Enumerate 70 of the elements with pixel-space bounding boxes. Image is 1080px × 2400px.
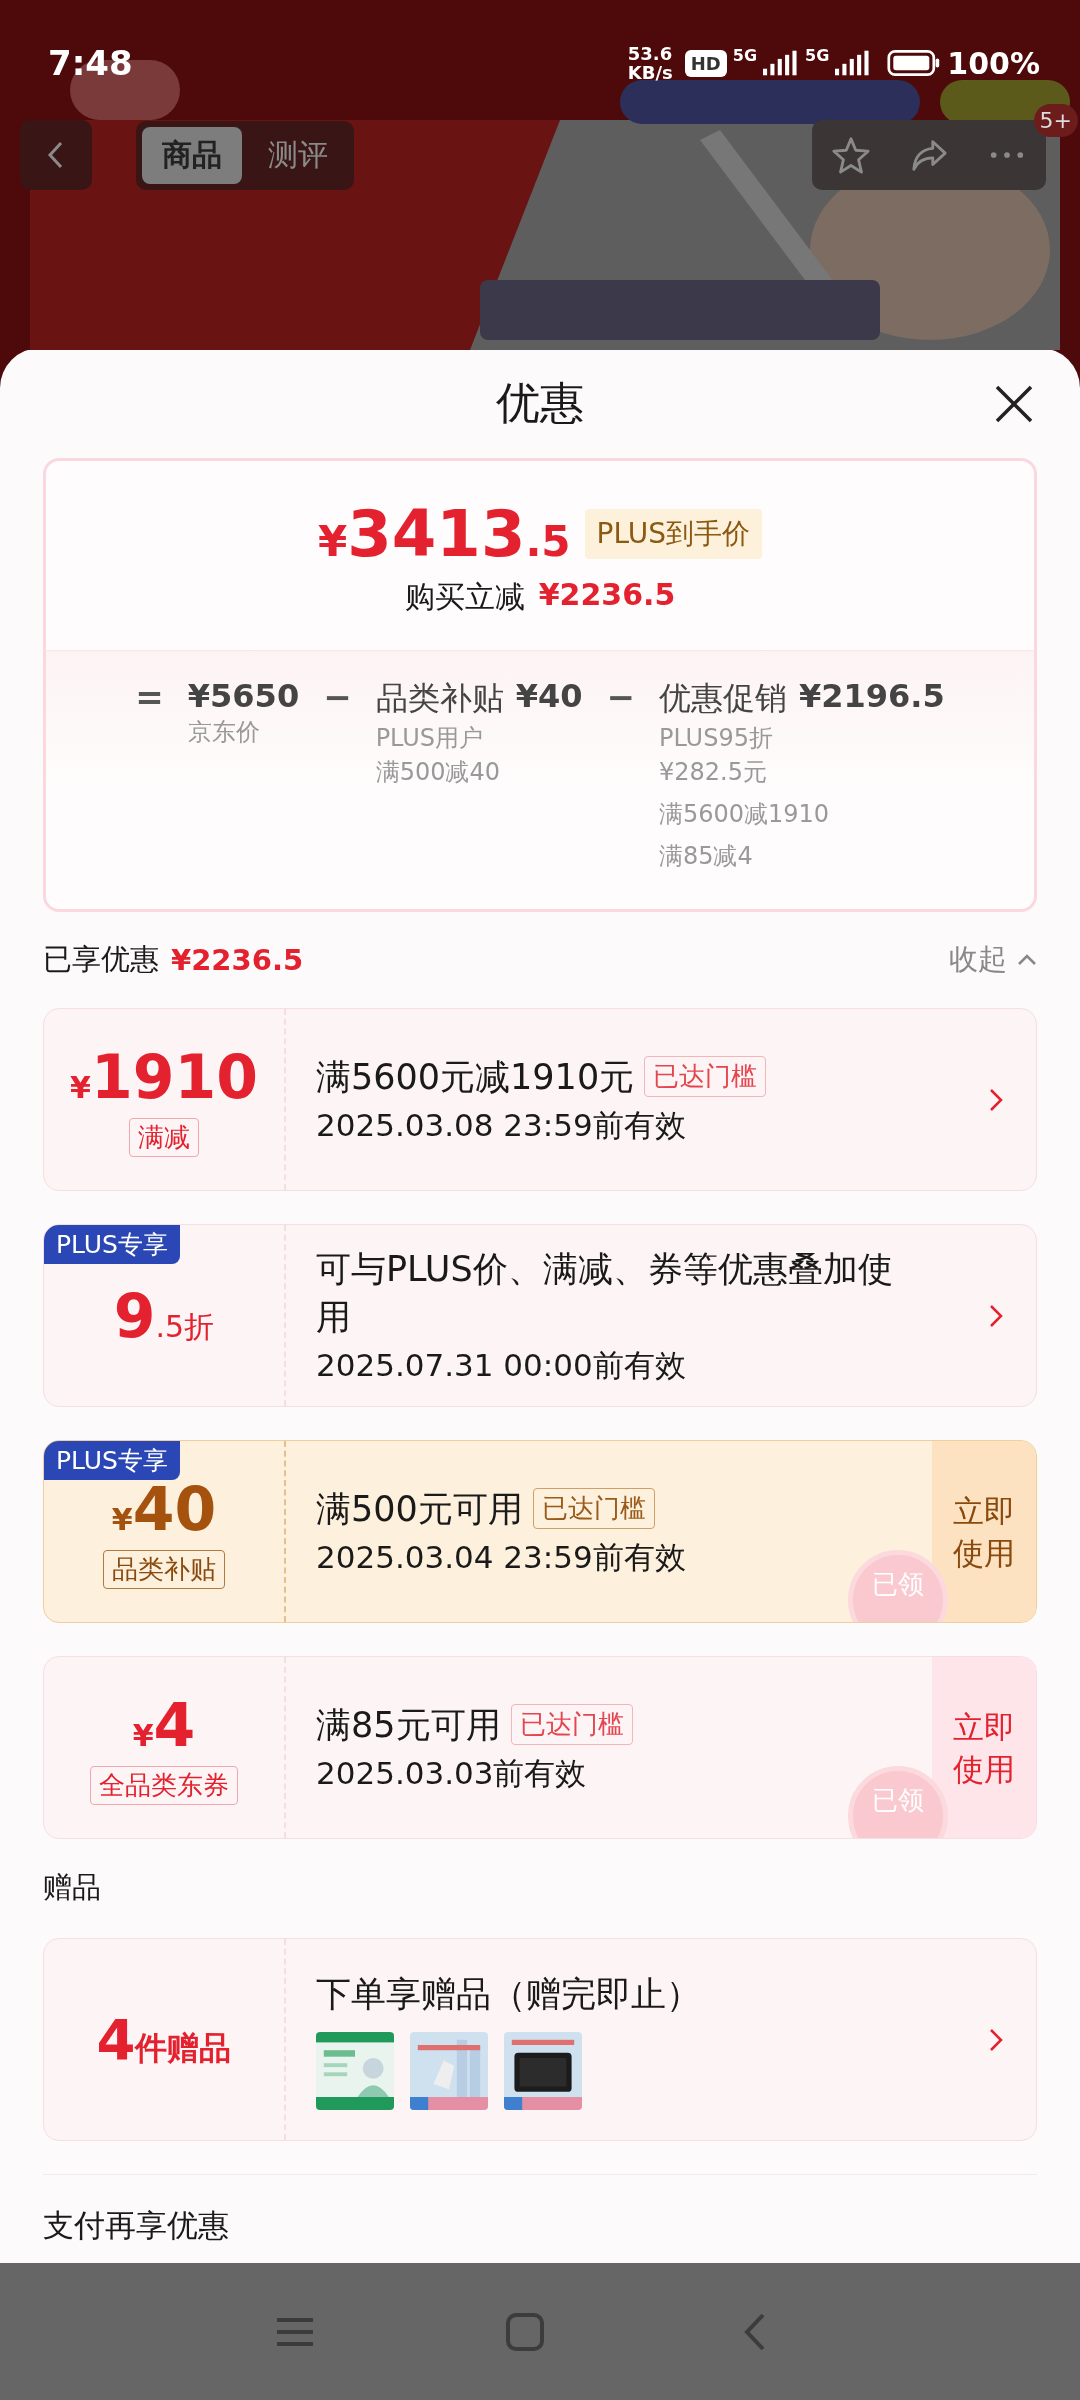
- promo-card[interactable]: PLUS专享 9.5折 可与PLUS价、满减、券等优惠叠加使用 2025.07.31 00:00前有效: [43, 1224, 1037, 1407]
- coupon-title: 满500元可用: [316, 1487, 523, 1531]
- section-title: 已享优惠: [43, 941, 159, 978]
- item-note: 京东价: [187, 717, 261, 748]
- home-button[interactable]: [505, 2311, 545, 2352]
- coupon-title: 满85元可用: [316, 1703, 501, 1747]
- use-now-button[interactable]: 立即使用: [932, 1441, 1036, 1622]
- use-now-button[interactable]: 立即使用: [932, 1657, 1036, 1838]
- coupon-title: 可与PLUS价、满减、券等优惠叠加使用: [316, 1247, 894, 1339]
- section-title: 赠品: [43, 1869, 102, 1906]
- coupon-type-label: 满减: [129, 1118, 199, 1157]
- plus-badge: PLUS专享: [44, 1225, 180, 1264]
- back-button[interactable]: [20, 120, 92, 190]
- operator-sign: −: [606, 677, 635, 719]
- item-label: 品类补贴: [375, 678, 504, 719]
- section-title: 支付再享优惠: [43, 2174, 1037, 2247]
- coupon-title: 满5600元减1910元: [316, 1055, 635, 1099]
- network-speed: 53.6: [627, 44, 673, 63]
- gift-count: 4件赠品: [96, 2007, 232, 2072]
- item-note: PLUS用户: [375, 723, 485, 754]
- signal-icon: [763, 50, 800, 76]
- discount-amount: ¥1910: [70, 1042, 258, 1112]
- plus-badge: PLUS专享: [44, 1441, 180, 1480]
- tab[interactable]: 测评: [248, 126, 348, 184]
- chevron-icon: [989, 1087, 1003, 1112]
- more-icon: [988, 152, 1026, 158]
- threshold-tag: 已达门槛: [532, 1488, 655, 1529]
- item-note: 满5600减1910: [658, 799, 831, 830]
- chevron-icon: [989, 1303, 1003, 1328]
- close-icon: [994, 384, 1034, 424]
- item-label: 优惠促销: [658, 678, 787, 719]
- validity-date: 2025.03.04 23:59前有效: [316, 1537, 687, 1577]
- price-tag: PLUS到手价: [584, 509, 762, 559]
- chevron-icon: [989, 2027, 1003, 2052]
- network-type: 5G: [732, 46, 758, 65]
- speed-unit: KB/s: [627, 63, 673, 82]
- validity-date: 2025.03.03前有效: [316, 1753, 588, 1793]
- item-note: ¥282.5元: [658, 757, 768, 788]
- final-price: ¥3413.5: [318, 497, 571, 571]
- item-amount: ¥2196.5: [798, 677, 945, 717]
- star-icon: [832, 136, 870, 174]
- signal-icon: [835, 50, 872, 76]
- operator-sign: −: [323, 677, 352, 719]
- saving-amount: ¥2236.5: [538, 577, 676, 614]
- validity-date: 2025.07.31 00:00前有效: [316, 1345, 687, 1385]
- battery-level: 100%: [947, 45, 1040, 81]
- threshold-tag: 已达门槛: [644, 1056, 767, 1097]
- promo-card[interactable]: ¥1910 满减 满5600元减1910元 已达门槛 2025.03.08 23:59前有效: [43, 1008, 1037, 1191]
- validity-date: 2025.03.08 23:59前有效: [316, 1105, 687, 1145]
- item-amount: ¥40: [515, 677, 583, 717]
- network-type: 5G: [805, 46, 830, 65]
- tab[interactable]: 商品: [142, 126, 242, 184]
- coupon-type-label: 品类补贴: [103, 1550, 225, 1589]
- item-amount: ¥5650: [187, 677, 300, 715]
- status-time: 7:48: [48, 43, 133, 83]
- battery-icon: [887, 49, 942, 77]
- home-icon: [505, 2311, 545, 2352]
- discount-amount: ¥4: [132, 1690, 196, 1760]
- item-note: 满85减4: [658, 841, 754, 872]
- item-note: PLUS95折: [658, 723, 774, 754]
- section-amount: ¥2236.5: [171, 943, 304, 977]
- gift-title: 下单享赠品（赠完即止）: [316, 1972, 702, 2016]
- item-note: 满500减40: [375, 757, 501, 788]
- sheet-title: 优惠: [496, 375, 584, 430]
- threshold-tag: 已达门槛: [510, 1704, 633, 1745]
- operator-sign: =: [135, 677, 164, 719]
- gift-card[interactable]: 4件赠品 下单享赠品（赠完即止）: [43, 1938, 1037, 2141]
- coupon-type-label: 全品类东券: [90, 1766, 238, 1805]
- discount-amount: 9.5折: [113, 1280, 215, 1351]
- saving-label: 购买立减: [404, 578, 525, 616]
